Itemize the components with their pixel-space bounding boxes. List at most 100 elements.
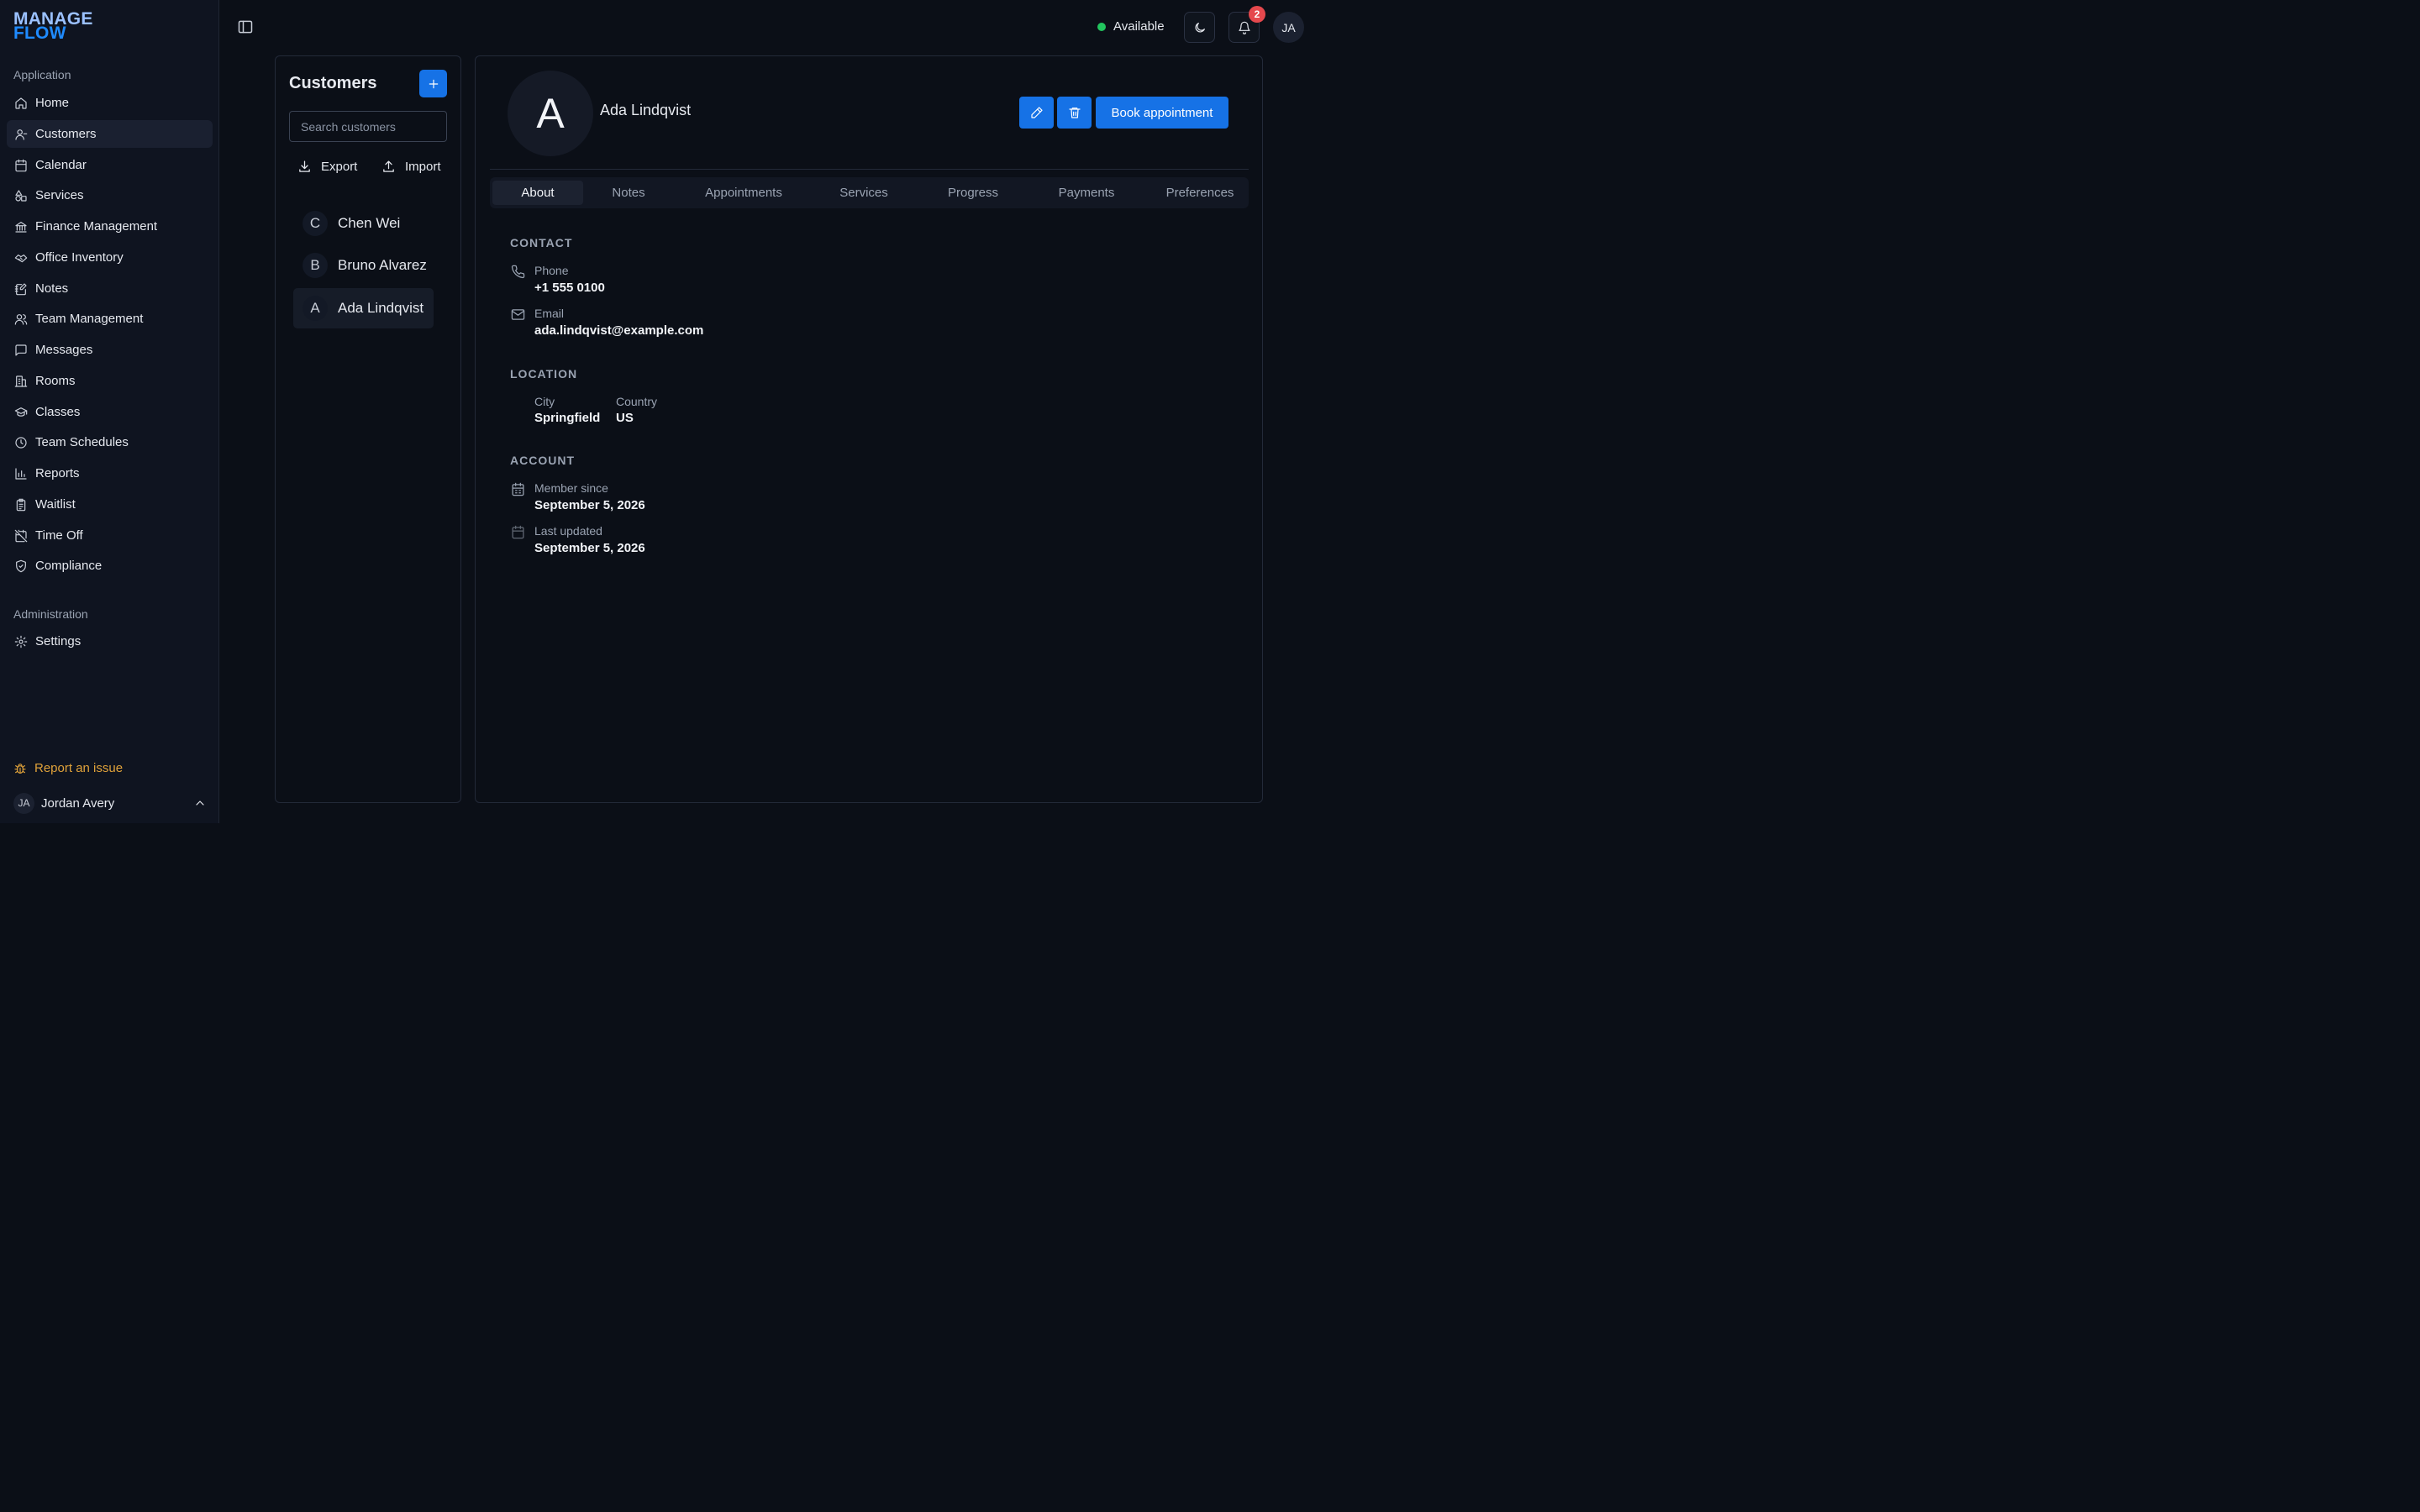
chevron-up-icon[interactable] xyxy=(193,796,207,810)
sidebar: MANAGE FLOW Application Home Customers C… xyxy=(0,0,219,823)
sidebar-item-label: Services xyxy=(35,188,84,202)
customer-avatar: A xyxy=(508,71,593,156)
upload-icon xyxy=(383,160,394,172)
list-item[interactable]: C Chen Wei xyxy=(293,203,434,244)
customer-name: Chen Wei xyxy=(338,215,401,231)
sidebar-item-label: Team Schedules xyxy=(35,435,129,449)
download-icon xyxy=(299,160,310,172)
sidebar-item-messages[interactable]: Messages xyxy=(7,336,213,364)
sidebar-item-reports[interactable]: Reports xyxy=(7,459,213,487)
sidebar-item-label: Settings xyxy=(35,634,82,648)
detail-tabs: About Notes Appointments Services Progre… xyxy=(490,177,1249,208)
moon-icon xyxy=(1195,22,1205,32)
sidebar-item-team-management[interactable]: Team Management xyxy=(7,305,213,333)
tab-about[interactable]: About xyxy=(492,181,583,205)
sidebar-item-home[interactable]: Home xyxy=(7,89,213,117)
sidebar-item-finance[interactable]: Finance Management xyxy=(7,213,213,240)
sidebar-item-services[interactable]: Services xyxy=(7,181,213,209)
avatar[interactable]: JA xyxy=(1273,12,1304,43)
gear-icon xyxy=(14,635,28,648)
report-issue-link[interactable]: Report an issue xyxy=(13,761,123,775)
sidebar-item-label: Waitlist xyxy=(35,497,76,512)
search-input[interactable] xyxy=(289,111,447,142)
customer-name-heading: Ada Lindqvist xyxy=(600,102,692,118)
sidebar-item-label: Messages xyxy=(35,343,93,357)
sidebar-item-label: Classes xyxy=(35,405,81,419)
page-title: Customers xyxy=(289,74,377,92)
tab-progress[interactable]: Progress xyxy=(927,181,1019,205)
member-since-label: Member since xyxy=(534,481,608,495)
bug-icon xyxy=(14,763,26,774)
message-square-icon xyxy=(15,344,27,356)
status-label: Available xyxy=(1113,19,1165,34)
add-customer-button[interactable] xyxy=(419,70,447,97)
sidebar-item-label: Customers xyxy=(35,127,97,141)
phone-value[interactable]: +1 555 0100 xyxy=(534,281,605,295)
export-label: Export xyxy=(321,160,358,174)
account-heading: ACCOUNT xyxy=(510,454,575,467)
sidebar-item-rooms[interactable]: Rooms xyxy=(7,367,213,395)
sidebar-item-label: Finance Management xyxy=(35,219,158,234)
avatar: C xyxy=(302,211,328,236)
notifications-button[interactable]: 2 xyxy=(1228,6,1265,43)
sidebar-item-compliance[interactable]: Compliance xyxy=(7,552,213,580)
availability-status[interactable]: Available xyxy=(1097,19,1165,34)
sidebar-toggle-button[interactable] xyxy=(237,18,255,37)
sidebar-item-calendar[interactable]: Calendar xyxy=(7,151,213,179)
handshake-icon xyxy=(14,254,28,262)
sidebar-item-customers[interactable]: Customers xyxy=(7,120,213,148)
user-name: Jordan Avery xyxy=(41,795,115,811)
list-item[interactable]: B Bruno Alvarez xyxy=(293,245,434,286)
building-icon xyxy=(14,375,28,387)
email-label: Email xyxy=(534,307,565,320)
report-issue-label: Report an issue xyxy=(34,761,124,775)
users-icon xyxy=(14,313,28,325)
phone-icon xyxy=(511,265,525,279)
user-menu[interactable]: JA Jordan Avery xyxy=(13,791,207,815)
shapes-icon xyxy=(15,189,27,202)
list-item[interactable]: A Ada Lindqvist xyxy=(293,288,434,328)
member-since-value: September 5, 2026 xyxy=(534,498,645,512)
sidebar-item-settings[interactable]: Settings xyxy=(7,627,213,655)
tab-preferences[interactable]: Preferences xyxy=(1154,181,1246,205)
avatar: A xyxy=(302,296,328,321)
trash-icon xyxy=(1068,108,1081,118)
last-updated-label: Last updated xyxy=(534,524,602,538)
section-label-administration: Administration xyxy=(13,607,88,621)
shield-check-icon xyxy=(16,559,26,572)
tab-services[interactable]: Services xyxy=(822,181,906,205)
contact-heading: CONTACT xyxy=(510,236,573,249)
user-icon xyxy=(15,129,28,140)
sidebar-item-label: Reports xyxy=(35,466,80,480)
import-button[interactable]: Import xyxy=(381,160,441,174)
delete-customer-button[interactable] xyxy=(1057,97,1092,129)
graduation-cap-icon xyxy=(14,407,28,417)
customer-detail-panel: A Ada Lindqvist Book appointment About N… xyxy=(475,55,1263,803)
sidebar-item-team-schedules[interactable]: Team Schedules xyxy=(7,428,213,456)
sidebar-item-label: Team Management xyxy=(35,312,144,326)
divider xyxy=(490,169,1249,170)
edit-customer-button[interactable] xyxy=(1019,97,1054,129)
sidebar-item-classes[interactable]: Classes xyxy=(7,398,213,426)
sidebar-item-notes[interactable]: Notes xyxy=(7,275,213,302)
tab-appointments[interactable]: Appointments xyxy=(685,181,802,205)
clock-icon xyxy=(15,436,27,449)
sidebar-item-inventory[interactable]: Office Inventory xyxy=(7,244,213,271)
sidebar-item-time-off[interactable]: Time Off xyxy=(7,522,213,549)
city-label: City xyxy=(534,395,555,408)
sidebar-item-label: Home xyxy=(35,96,70,110)
tab-notes[interactable]: Notes xyxy=(587,181,671,205)
sidebar-item-waitlist[interactable]: Waitlist xyxy=(7,491,213,518)
sidebar-item-label: Notes xyxy=(35,281,69,296)
notification-badge: 2 xyxy=(1249,6,1265,23)
export-button[interactable]: Export xyxy=(297,160,357,174)
sidebar-item-label: Time Off xyxy=(35,528,83,543)
tab-payments[interactable]: Payments xyxy=(1040,181,1133,205)
location-heading: LOCATION xyxy=(510,367,578,381)
app-logo[interactable]: MANAGE FLOW xyxy=(13,10,93,42)
avatar: JA xyxy=(13,792,34,814)
email-value[interactable]: ada.lindqvist@example.com xyxy=(534,323,703,338)
plus-icon xyxy=(429,79,438,88)
book-appointment-button[interactable]: Book appointment xyxy=(1096,97,1228,129)
theme-toggle-button[interactable] xyxy=(1184,12,1215,43)
